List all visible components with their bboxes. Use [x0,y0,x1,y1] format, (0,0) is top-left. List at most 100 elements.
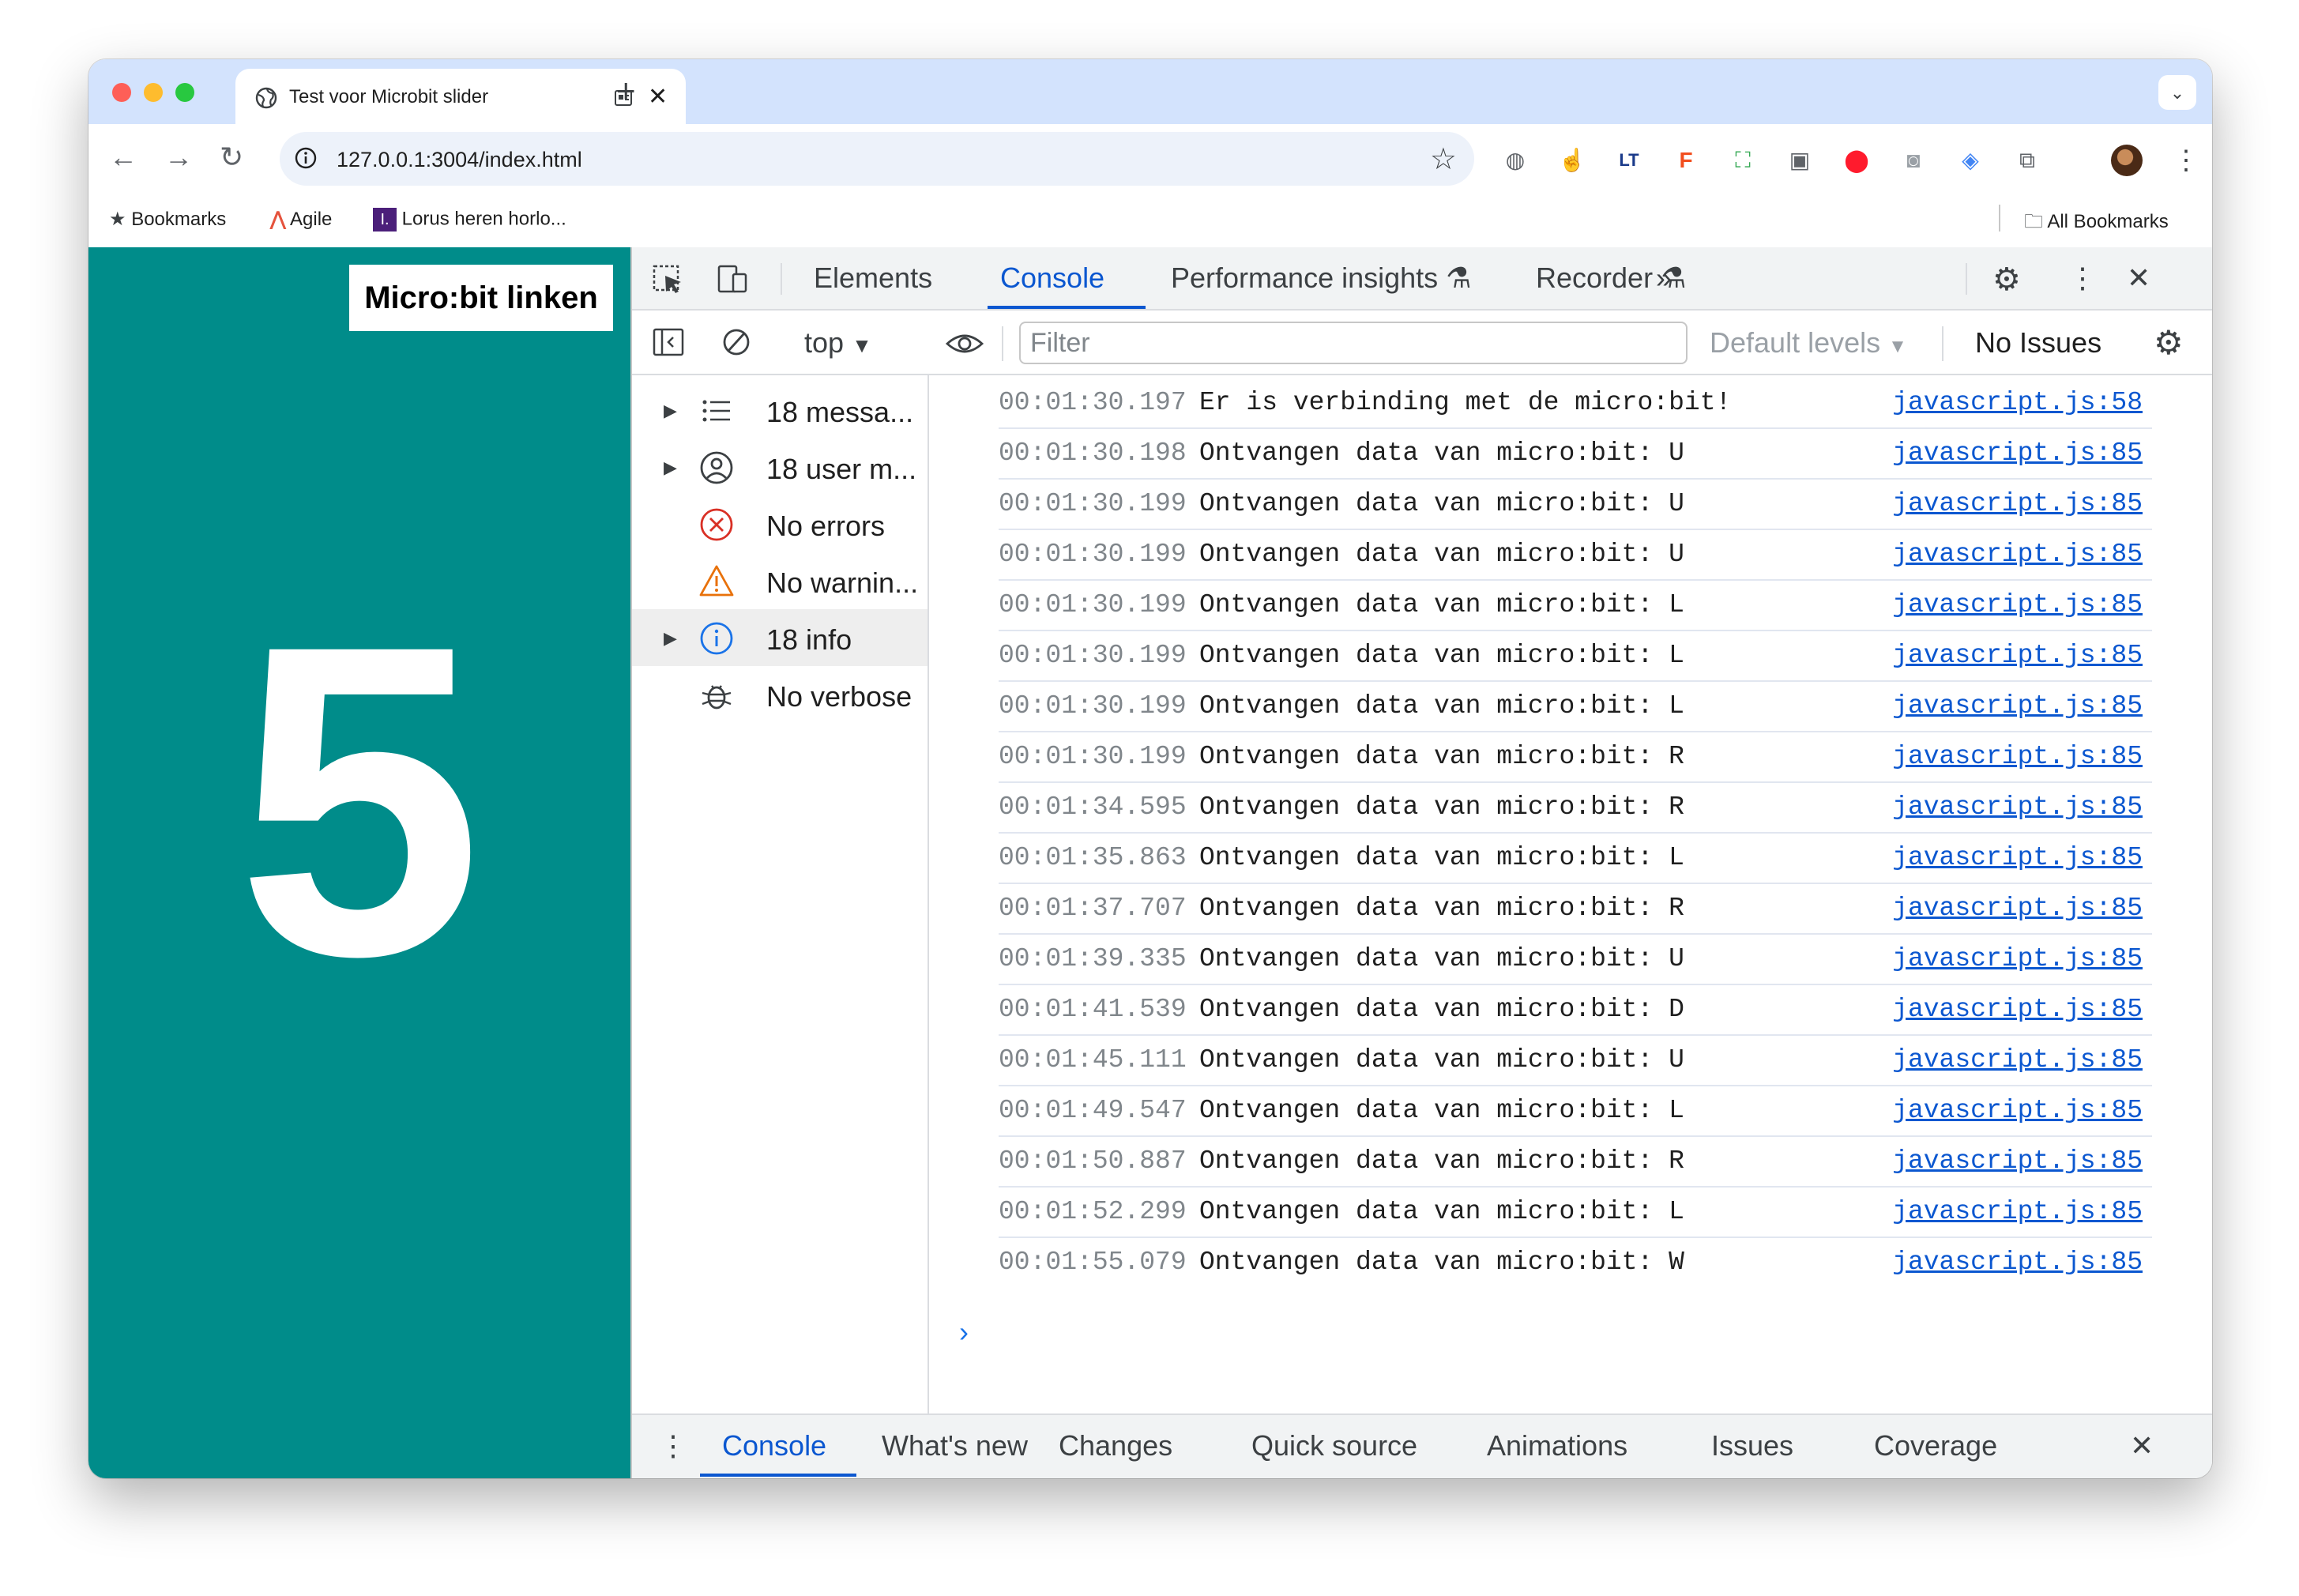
drawer-menu-icon[interactable]: ⋮ [659,1429,687,1462]
source-link[interactable]: javascript.js:85 [1892,995,2143,1024]
extension-icon[interactable]: LT [1615,146,1643,175]
source-link[interactable]: javascript.js:85 [1892,894,2143,923]
devtools-tab-bar: Elements Console Performance insights ⚗ … [632,247,2212,311]
browser-menu-icon[interactable]: ⋮ [2173,145,2199,176]
reload-button[interactable]: ↻ [220,140,243,175]
drawer-tab-issues[interactable]: Issues [1711,1429,1793,1462]
bookmark-star-icon[interactable]: ☆ [1430,141,1457,177]
picture-in-picture-icon[interactable]: ▣ [1785,146,1814,175]
context-selector[interactable]: top ▼ [804,326,872,359]
close-devtools-icon[interactable]: ✕ [2127,262,2150,295]
close-window-button[interactable] [112,83,131,102]
live-expression-eye-icon[interactable] [945,328,984,359]
drawer-tab-changes[interactable]: Changes [1059,1429,1172,1462]
settings-gear-icon[interactable]: ⚙ [1992,262,2021,298]
info-icon [700,622,733,655]
opera-icon[interactable]: ⬤ [1842,146,1871,175]
source-link[interactable]: javascript.js:85 [1892,540,2143,569]
camera-icon[interactable]: ◙ [1899,146,1928,175]
extension-icon[interactable]: ☝ [1558,146,1586,175]
bookmark-agile[interactable]: ⋀ Agile [270,208,332,231]
minimize-window-button[interactable] [144,83,163,102]
source-link[interactable]: javascript.js:85 [1892,1045,2143,1075]
drawer-tab-whats-new[interactable]: What's new [882,1429,1028,1462]
source-link[interactable]: javascript.js:85 [1892,1146,2143,1176]
sidebar-item-errors[interactable]: No errors [632,495,928,552]
tab-strip: Test voor Microbit slider ✕ + ⌄ [88,59,2212,124]
url-text: 127.0.0.1:3004/index.html [337,148,582,171]
console-sidebar: ▶ 18 messa... ▶ 18 user m... No errors N… [632,375,929,1413]
more-tabs-icon[interactable]: » [1656,262,1672,295]
inspect-element-icon[interactable] [651,263,686,295]
bookmark-bookmarks[interactable]: ★ Bookmarks [109,208,226,231]
agile-logo-icon: ⋀ [270,209,286,230]
devtools-panel: Elements Console Performance insights ⚗ … [630,247,2212,1478]
close-drawer-icon[interactable]: ✕ [2130,1429,2154,1462]
source-link[interactable]: javascript.js:85 [1892,843,2143,872]
drawer-tab-quick-source[interactable]: Quick source [1251,1429,1417,1462]
clear-console-icon[interactable] [719,326,754,358]
console-message: 00:01:30.199 Ontvangen data van micro:bi… [999,630,2152,682]
warning-icon [699,565,734,597]
console-settings-gear-icon[interactable]: ⚙ [2154,323,2184,362]
source-link[interactable]: javascript.js:85 [1892,439,2143,468]
tab-search-button[interactable]: ⌄ [2158,75,2196,110]
drawer-tab-coverage[interactable]: Coverage [1874,1429,1997,1462]
source-link[interactable]: javascript.js:85 [1892,1096,2143,1125]
microbit-link-button[interactable]: Micro:bit linken [349,265,613,331]
source-link[interactable]: javascript.js:85 [1892,944,2143,973]
show-sidebar-icon[interactable] [651,326,686,358]
tab-close-icon[interactable]: ✕ [648,83,668,111]
sidebar-item-verbose[interactable]: No verbose [632,666,928,723]
issues-counter[interactable]: No Issues [1975,326,2101,359]
devtools-menu-icon[interactable]: ⋮ [2068,262,2097,295]
source-link[interactable]: javascript.js:85 [1892,1248,2143,1277]
drawer-tab-console[interactable]: Console [722,1429,826,1462]
console-message: 00:01:30.199 Ontvangen data van micro:bi… [999,529,2152,581]
sidebar-item-messages[interactable]: ▶ 18 messa... [632,382,928,439]
address-bar[interactable]: 127.0.0.1:3004/index.html ☆ [280,132,1474,186]
profile-avatar[interactable] [2111,145,2143,176]
globe-icon [255,87,277,109]
sidebar-item-info[interactable]: ▶ 18 info [632,609,928,666]
tab-performance-insights[interactable]: Performance insights ⚗ [1171,262,1471,295]
extensions-puzzle-icon[interactable]: ⧉ [2013,146,2041,175]
console-prompt-chevron-icon[interactable]: › [959,1316,969,1349]
extension-icon[interactable]: ◍ [1501,146,1530,175]
site-info-icon[interactable] [294,146,318,170]
back-button[interactable]: ← [109,140,137,175]
device-toolbar-icon[interactable] [716,263,751,295]
expand-arrow-icon[interactable]: ▶ [664,628,677,649]
source-link[interactable]: javascript.js:85 [1892,590,2143,619]
all-bookmarks[interactable]: 🗀 All Bookmarks [2024,208,2169,240]
source-link[interactable]: javascript.js:85 [1892,792,2143,822]
source-link[interactable]: javascript.js:58 [1892,388,2143,417]
screenshot-icon[interactable]: ⛶ [1729,146,1757,175]
star-icon: ★ [109,209,126,230]
flask-icon: ⚗ [1446,262,1472,294]
filter-input[interactable] [1019,322,1688,364]
drawer-tab-animations[interactable]: Animations [1487,1429,1627,1462]
new-tab-button[interactable]: + [616,73,636,108]
source-link[interactable]: javascript.js:85 [1892,489,2143,518]
source-link[interactable]: javascript.js:85 [1892,1197,2143,1226]
figma-icon[interactable]: F [1672,146,1700,175]
source-link[interactable]: javascript.js:85 [1892,691,2143,721]
console-message: 00:01:39.335 Ontvangen data van micro:bi… [999,933,2152,985]
active-tab-indicator [988,306,1146,309]
active-drawer-tab-indicator [700,1474,856,1477]
sidebar-item-user-messages[interactable]: ▶ 18 user m... [632,439,928,495]
expand-arrow-icon[interactable]: ▶ [664,457,677,478]
layers-icon[interactable]: ◈ [1956,146,1985,175]
zoom-window-button[interactable] [175,83,194,102]
source-link[interactable]: javascript.js:85 [1892,641,2143,670]
log-levels-dropdown[interactable]: Default levels ▼ [1710,326,1907,359]
bug-icon [702,685,732,710]
sidebar-item-warnings[interactable]: No warnin... [632,552,928,609]
tab-elements[interactable]: Elements [814,262,932,295]
expand-arrow-icon[interactable]: ▶ [664,401,677,421]
tab-console[interactable]: Console [1000,262,1104,295]
source-link[interactable]: javascript.js:85 [1892,742,2143,771]
forward-button[interactable]: → [164,140,193,175]
bookmark-lorus[interactable]: I. Lorus heren horlo... [373,208,566,231]
